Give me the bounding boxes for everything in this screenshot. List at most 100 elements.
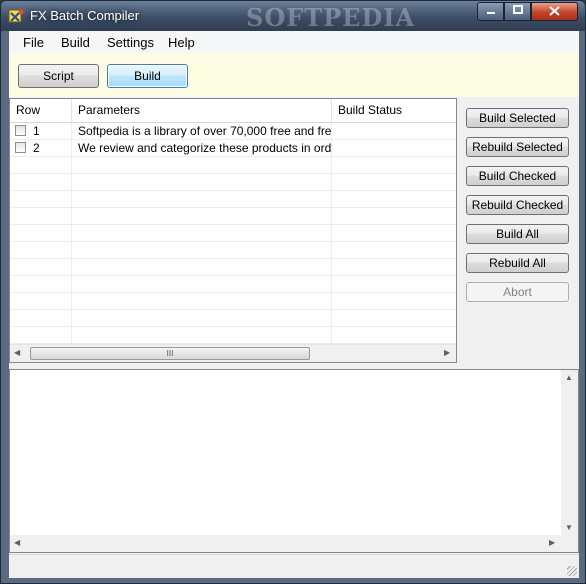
empty-cell [72, 191, 332, 207]
scroll-left-icon[interactable]: ◀ [14, 538, 20, 547]
row-checkbox[interactable] [15, 125, 26, 136]
empty-row [10, 191, 456, 208]
scroll-up-icon[interactable]: ▲ [565, 373, 573, 382]
empty-cell [332, 208, 456, 224]
rebuild-all-button[interactable]: Rebuild All [466, 253, 569, 273]
abort-button: Abort [466, 282, 569, 302]
table-row[interactable]: 1 Softpedia is a library of over 70,000 … [10, 123, 456, 140]
status-bar [9, 554, 579, 578]
scrollbar-corner [561, 535, 578, 552]
build-all-button[interactable]: Build All [466, 224, 569, 244]
empty-row [10, 225, 456, 242]
empty-row [10, 327, 456, 344]
empty-cell [10, 276, 72, 292]
compiler-icon [8, 8, 24, 24]
empty-cell [72, 242, 332, 258]
rebuild-checked-button[interactable]: Rebuild Checked [466, 195, 569, 215]
empty-cell [10, 225, 72, 241]
empty-cell [332, 174, 456, 190]
status-cell [332, 123, 456, 139]
client-area: File Build Settings Help Script Build Ro… [9, 31, 579, 578]
title-bar[interactable]: FX Batch Compiler SOFTPEDIA [1, 1, 585, 32]
toolbar: Script Build [9, 53, 579, 97]
empty-row [10, 157, 456, 174]
app-window: FX Batch Compiler SOFTPEDIA File Build S… [0, 0, 586, 584]
close-icon [549, 4, 560, 19]
empty-cell [332, 191, 456, 207]
empty-cell [10, 242, 72, 258]
row-checkbox[interactable] [15, 142, 26, 153]
menu-file[interactable]: File [23, 35, 44, 50]
resize-grip-icon[interactable] [567, 566, 577, 576]
minimize-icon [486, 5, 496, 18]
empty-cell [10, 327, 72, 343]
build-grid[interactable]: Row Parameters Build Status 1 Softpedia … [9, 98, 457, 363]
empty-cell [332, 310, 456, 326]
scroll-right-icon[interactable]: ▶ [549, 538, 555, 547]
empty-row [10, 242, 456, 259]
empty-row [10, 310, 456, 327]
output-vertical-scrollbar[interactable]: ▲ ▼ [561, 370, 578, 536]
parameters-cell[interactable]: Softpedia is a library of over 70,000 fr… [72, 123, 332, 139]
window-title: FX Batch Compiler [30, 8, 140, 23]
watermark-logo: SOFTPEDIA [246, 3, 416, 32]
empty-cell [72, 276, 332, 292]
maximize-button[interactable] [504, 2, 531, 21]
row-number: 1 [33, 124, 40, 138]
empty-cell [10, 191, 72, 207]
scroll-left-icon[interactable]: ◀ [14, 348, 20, 357]
empty-cell [72, 259, 332, 275]
column-header-build-status[interactable]: Build Status [332, 99, 456, 122]
empty-cell [72, 293, 332, 309]
scroll-down-icon[interactable]: ▼ [565, 523, 573, 532]
empty-row [10, 259, 456, 276]
row-cell: 2 [10, 140, 72, 156]
empty-cell [72, 310, 332, 326]
empty-cell [72, 208, 332, 224]
status-cell [332, 140, 456, 156]
empty-cell [332, 242, 456, 258]
empty-cell [10, 174, 72, 190]
actions-panel: Build Selected Rebuild Selected Build Ch… [457, 98, 579, 363]
grid-horizontal-scrollbar[interactable]: ◀ III ▶ [10, 344, 456, 362]
menu-bar: File Build Settings Help [9, 31, 579, 53]
empty-row [10, 174, 456, 191]
empty-cell [10, 208, 72, 224]
parameters-cell[interactable]: We review and categorize these products … [72, 140, 332, 156]
empty-cell [72, 225, 332, 241]
scroll-thumb[interactable]: III [30, 347, 310, 360]
table-row[interactable]: 2 We review and categorize these product… [10, 140, 456, 157]
row-cell: 1 [10, 123, 72, 139]
empty-cell [72, 174, 332, 190]
empty-cell [332, 157, 456, 173]
scroll-right-icon[interactable]: ▶ [444, 348, 450, 357]
empty-row [10, 276, 456, 293]
empty-cell [332, 276, 456, 292]
menu-settings[interactable]: Settings [107, 35, 154, 50]
grid-header: Row Parameters Build Status [10, 99, 456, 123]
empty-cell [332, 293, 456, 309]
empty-cell [332, 225, 456, 241]
empty-row [10, 208, 456, 225]
build-selected-button[interactable]: Build Selected [466, 108, 569, 128]
empty-cell [10, 293, 72, 309]
output-horizontal-scrollbar[interactable]: ◀ ▶ [10, 535, 561, 552]
menu-help[interactable]: Help [168, 35, 195, 50]
build-button[interactable]: Build [107, 64, 188, 88]
column-header-parameters[interactable]: Parameters [72, 99, 332, 122]
empty-cell [332, 259, 456, 275]
close-button[interactable] [531, 2, 578, 21]
empty-cell [10, 310, 72, 326]
minimize-button[interactable] [477, 2, 504, 21]
build-checked-button[interactable]: Build Checked [466, 166, 569, 186]
rebuild-selected-button[interactable]: Rebuild Selected [466, 137, 569, 157]
empty-row [10, 293, 456, 310]
column-header-row[interactable]: Row [10, 99, 72, 122]
script-button[interactable]: Script [18, 64, 99, 88]
output-log[interactable]: ▲ ▼ ◀ ▶ [9, 369, 579, 553]
empty-cell [332, 327, 456, 343]
row-number: 2 [33, 141, 40, 155]
empty-cell [10, 259, 72, 275]
menu-build[interactable]: Build [61, 35, 90, 50]
empty-cell [72, 327, 332, 343]
